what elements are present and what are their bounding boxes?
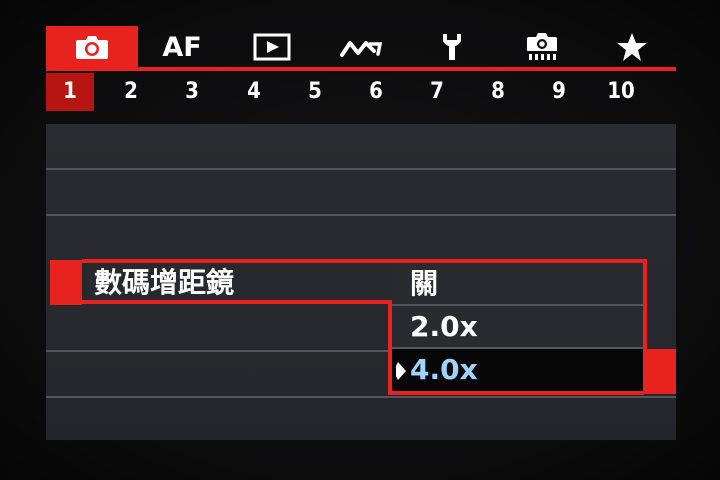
selected-item-marker bbox=[50, 260, 82, 305]
tab-mymenu[interactable] bbox=[602, 26, 662, 68]
tab-custom[interactable] bbox=[512, 26, 572, 68]
camera-menu-screen: AF 1 2 3 4 5 6 7 8 9 10 數碼增距鏡 關 2.0x 4.0… bbox=[0, 0, 720, 480]
option-off-label: 關 bbox=[410, 267, 439, 300]
tab-af-label: AF bbox=[162, 31, 202, 63]
option-2x[interactable]: 2.0x bbox=[392, 306, 643, 348]
dropdown-outline-bottom bbox=[388, 391, 644, 395]
menu-tab-bar: AF bbox=[46, 26, 676, 68]
camera-icon bbox=[75, 34, 109, 60]
page-1[interactable]: 1 bbox=[46, 73, 94, 111]
page-5[interactable]: 5 bbox=[291, 73, 339, 111]
custom-camera-icon bbox=[525, 31, 559, 63]
page-3[interactable]: 3 bbox=[168, 73, 216, 111]
selection-cursor-icon bbox=[396, 362, 406, 380]
row-divider bbox=[46, 214, 676, 216]
tab-playback[interactable] bbox=[242, 26, 302, 68]
scroll-indicator bbox=[643, 349, 676, 394]
tab-af[interactable]: AF bbox=[152, 26, 212, 68]
option-4x-label: 4.0x bbox=[410, 353, 478, 386]
option-4x[interactable]: 4.0x bbox=[392, 349, 643, 391]
tab-wireless[interactable] bbox=[332, 26, 392, 68]
tab-setup[interactable] bbox=[422, 26, 482, 68]
option-off[interactable]: 關 bbox=[392, 263, 643, 305]
page-8[interactable]: 8 bbox=[474, 73, 522, 111]
page-7[interactable]: 7 bbox=[413, 73, 461, 111]
row-divider bbox=[46, 168, 676, 170]
page-number-bar: 1 2 3 4 5 6 7 8 9 10 bbox=[46, 73, 676, 111]
star-icon bbox=[616, 32, 648, 62]
wrench-icon bbox=[439, 32, 465, 62]
option-divider bbox=[392, 304, 643, 306]
tab-underline bbox=[46, 67, 676, 71]
option-divider bbox=[392, 347, 643, 349]
page-4[interactable]: 4 bbox=[230, 73, 278, 111]
dropdown-outline-left bbox=[388, 300, 392, 395]
page-6[interactable]: 6 bbox=[352, 73, 400, 111]
menu-item-digital-teleconverter[interactable]: 數碼增距鏡 bbox=[94, 262, 234, 304]
page-9[interactable]: 9 bbox=[535, 73, 583, 111]
page-2[interactable]: 2 bbox=[107, 73, 155, 111]
selection-outline-label-bottom bbox=[82, 300, 390, 304]
option-2x-label: 2.0x bbox=[410, 310, 478, 343]
wireless-icon bbox=[340, 35, 384, 59]
tab-shooting[interactable] bbox=[46, 26, 138, 68]
page-10[interactable]: 10 bbox=[597, 73, 645, 111]
option-dropdown: 關 2.0x 4.0x bbox=[392, 263, 643, 391]
play-icon bbox=[253, 33, 291, 61]
row-divider bbox=[46, 396, 676, 398]
selection-outline-right bbox=[643, 259, 647, 351]
selection-outline-top bbox=[82, 259, 646, 263]
